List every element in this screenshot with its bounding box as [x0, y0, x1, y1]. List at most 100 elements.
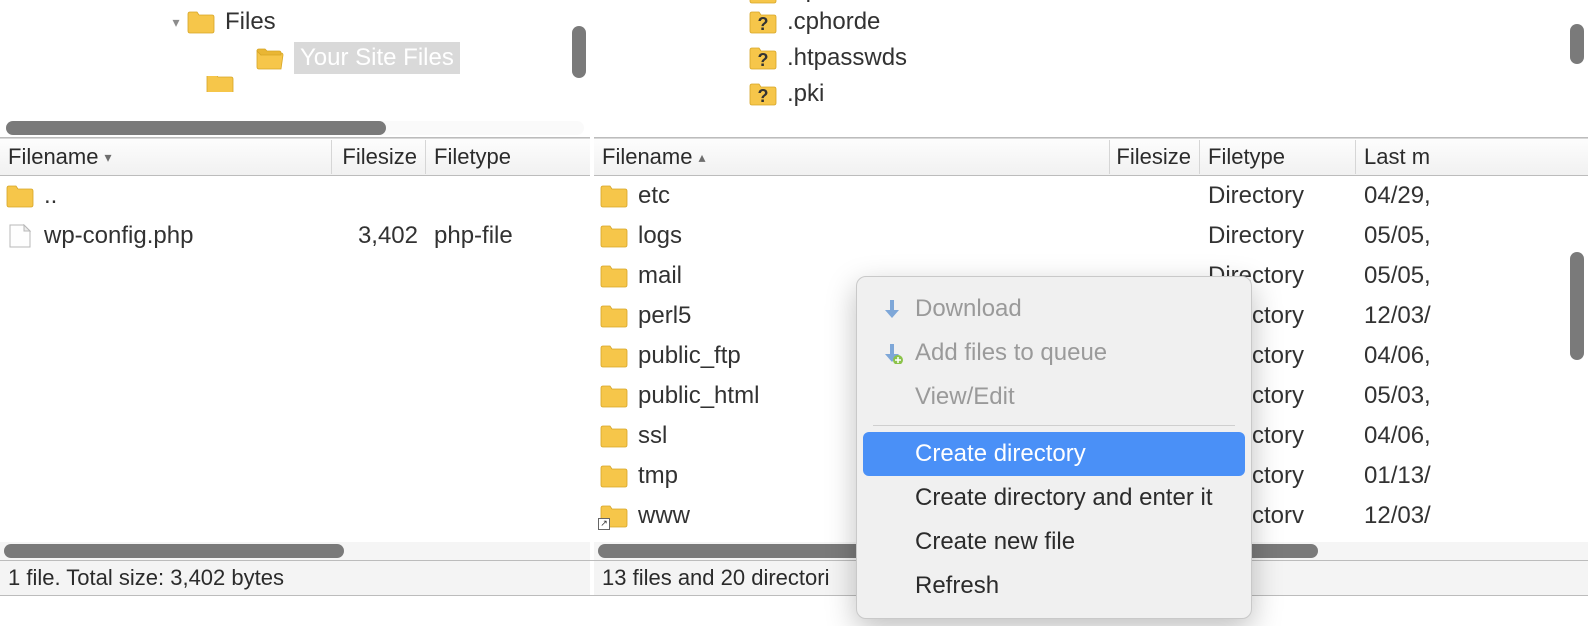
- tree-item-label: .htpasswds: [787, 44, 907, 72]
- local-file-list[interactable]: .. wp-config.php 3,402php-file: [0, 176, 590, 542]
- filename: ssl: [638, 422, 667, 450]
- filetype: php-file: [426, 222, 590, 250]
- filetype: Directory: [1200, 182, 1356, 210]
- local-status: 1 file. Total size: 3,402 bytes: [0, 561, 594, 595]
- context-menu: Download Add files to queue View/Edit Cr…: [856, 276, 1252, 619]
- folder-icon: [600, 384, 628, 408]
- filename: public_ftp: [638, 342, 741, 370]
- parent-icon: [6, 184, 34, 208]
- column-label: Filetype: [434, 144, 511, 170]
- unknown-folder-icon: [749, 0, 777, 4]
- column-label: Filesize: [342, 144, 417, 170]
- scrollbar-thumb[interactable]: [572, 26, 586, 78]
- folder-icon: [206, 76, 234, 92]
- filename: public_html: [638, 382, 759, 410]
- tree-item-label: .cphorde: [787, 8, 880, 36]
- lastmodified: 12/03/: [1356, 502, 1588, 530]
- filename: wp-config.php: [44, 222, 193, 250]
- column-label: Filename: [8, 144, 98, 170]
- menu-label: Create new file: [915, 528, 1075, 556]
- horizontal-scrollbar[interactable]: [0, 542, 590, 560]
- menu-label: View/Edit: [915, 383, 1015, 411]
- remote-tree[interactable]: .cpanel .cphorde .htpasswds .pki: [594, 0, 1588, 138]
- lastmodified: 04/06,: [1356, 422, 1588, 450]
- sort-ascending-icon: ▴: [698, 149, 705, 166]
- lastmodified: 05/05,: [1356, 262, 1588, 290]
- list-item[interactable]: wp-config.php 3,402php-file: [0, 216, 590, 256]
- tree-item[interactable]: ▾ Files: [0, 4, 590, 40]
- add-queue-icon: [877, 342, 907, 364]
- column-filesize[interactable]: Filesize: [1110, 140, 1200, 174]
- lastmodified: 04/06,: [1356, 342, 1588, 370]
- lastmodified: 04/29,: [1356, 182, 1588, 210]
- menu-label: Refresh: [915, 572, 999, 600]
- folder-open-icon: [256, 46, 284, 70]
- folder-icon: [600, 344, 628, 368]
- local-tree[interactable]: ▾ Files Your Site Files: [0, 0, 590, 138]
- menu-create-directory[interactable]: Create directory: [863, 432, 1245, 476]
- filename: www: [638, 502, 690, 530]
- menu-label: Download: [915, 295, 1022, 323]
- folder-icon: [187, 10, 215, 34]
- column-lastmodified[interactable]: Last m: [1356, 140, 1588, 174]
- lastmodified: 01/13/: [1356, 462, 1588, 490]
- tree-item-label: .pki: [787, 80, 824, 108]
- menu-create-new-file[interactable]: Create new file: [863, 520, 1245, 564]
- column-label: Filename: [602, 144, 692, 170]
- tree-item-label: Files: [225, 8, 276, 36]
- scrollbar-thumb[interactable]: [6, 121, 386, 135]
- list-item[interactable]: ..: [0, 176, 590, 216]
- column-filename[interactable]: Filename ▾: [0, 140, 332, 174]
- tree-item[interactable]: .htpasswds: [594, 40, 1588, 76]
- column-label: Filesize: [1116, 144, 1191, 170]
- tree-item[interactable]: .pki: [594, 76, 1588, 112]
- filename: perl5: [638, 302, 691, 330]
- menu-create-directory-enter[interactable]: Create directory and enter it: [863, 476, 1245, 520]
- unknown-folder-icon: [749, 10, 777, 34]
- folder-icon: [600, 224, 628, 248]
- sort-descending-icon: ▾: [104, 149, 111, 166]
- menu-label: Create directory and enter it: [915, 484, 1212, 512]
- menu-refresh[interactable]: Refresh: [863, 564, 1245, 608]
- tree-item[interactable]: Your Site Files: [0, 40, 590, 76]
- column-filetype[interactable]: Filetype: [1200, 140, 1356, 174]
- menu-label: Add files to queue: [915, 339, 1107, 367]
- folder-link-icon: ↗: [600, 504, 628, 528]
- folder-icon: [600, 304, 628, 328]
- local-pane: ▾ Files Your Site Files Filename ▾ Filesiz…: [0, 0, 594, 560]
- column-label: Filetype: [1208, 144, 1285, 170]
- column-filesize[interactable]: Filesize: [332, 140, 426, 174]
- filename: mail: [638, 262, 682, 290]
- filesize: 3,402: [332, 222, 426, 250]
- scrollbar-thumb[interactable]: [4, 544, 344, 558]
- menu-label: Create directory: [915, 440, 1086, 468]
- filetype: Directory: [1200, 222, 1356, 250]
- filename: ..: [44, 182, 57, 210]
- lastmodified: 05/05,: [1356, 222, 1588, 250]
- scrollbar-thumb[interactable]: [1570, 252, 1584, 360]
- column-filename[interactable]: Filename ▴: [594, 140, 1110, 174]
- menu-add-to-queue[interactable]: Add files to queue: [863, 331, 1245, 375]
- folder-icon: [600, 184, 628, 208]
- unknown-folder-icon: [749, 46, 777, 70]
- file-icon: [6, 224, 34, 248]
- menu-download[interactable]: Download: [863, 287, 1245, 331]
- tree-item-label: Your Site Files: [294, 42, 460, 74]
- menu-separator: [873, 425, 1235, 426]
- horizontal-scrollbar[interactable]: [6, 121, 584, 135]
- list-item[interactable]: etc Directory04/29,: [594, 176, 1588, 216]
- unknown-folder-icon: [749, 82, 777, 106]
- folder-icon: [600, 464, 628, 488]
- tree-item-label: .cpanel: [787, 0, 864, 4]
- chevron-down-icon[interactable]: ▾: [165, 14, 187, 31]
- remote-list-header: Filename ▴ Filesize Filetype Last m: [594, 138, 1588, 176]
- column-filetype[interactable]: Filetype: [426, 140, 590, 174]
- column-label: Last m: [1364, 144, 1430, 170]
- filename: tmp: [638, 462, 678, 490]
- lastmodified: 12/03/: [1356, 302, 1588, 330]
- list-item[interactable]: logsDirectory05/05,: [594, 216, 1588, 256]
- scrollbar-thumb[interactable]: [1570, 24, 1584, 64]
- filename: etc: [638, 182, 670, 210]
- menu-view-edit[interactable]: View/Edit: [863, 375, 1245, 419]
- tree-item[interactable]: .cphorde: [594, 4, 1588, 40]
